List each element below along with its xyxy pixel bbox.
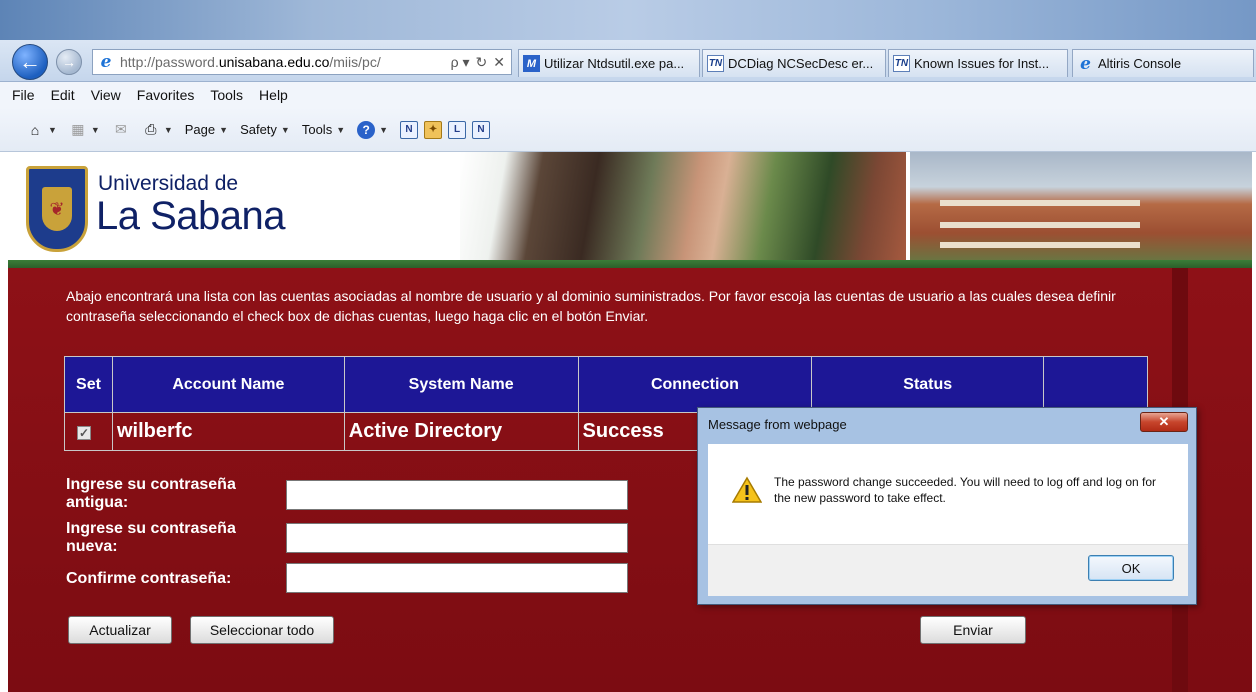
col-extra xyxy=(1043,356,1148,413)
university-shield-logo: ❦ xyxy=(26,166,88,252)
dialog-footer: OK xyxy=(708,544,1188,596)
account-checkbox[interactable]: ✓ xyxy=(77,426,91,440)
navigation-bar: ← → e http://password.unisabana.edu.co/m… xyxy=(0,40,1256,82)
rss-icon: ▦ xyxy=(71,121,85,137)
technet-icon: TN xyxy=(893,55,910,72)
update-button[interactable]: Actualizar xyxy=(68,616,172,644)
page-menu[interactable]: Page ▼ xyxy=(185,122,228,137)
address-bar[interactable]: e http://password.unisabana.edu.co/miis/… xyxy=(92,49,512,75)
students-photo xyxy=(460,152,906,268)
window-title-strip xyxy=(0,0,1256,40)
old-password-input[interactable] xyxy=(286,480,628,510)
menu-edit[interactable]: Edit xyxy=(51,87,75,103)
logo-line-1: Universidad de xyxy=(98,172,239,195)
col-set: Set xyxy=(64,356,113,413)
dialog-close-button[interactable]: ✕ xyxy=(1140,412,1188,432)
command-bar: ⌂ ▼ ▦ ▼ ✉ ⎙ ▼ Page ▼ Safety ▼ Tools ▼ ? ▼ N ✦ L… xyxy=(0,108,1256,152)
menu-tools[interactable]: Tools xyxy=(210,87,243,103)
help-icon: ? xyxy=(357,120,376,139)
technet-icon: TN xyxy=(707,55,724,72)
feeds-button[interactable]: ▦ ▼ xyxy=(69,121,100,139)
ok-button[interactable]: OK xyxy=(1088,555,1174,581)
banner-green-stripe xyxy=(8,260,1252,268)
msdn-icon: M xyxy=(523,55,540,72)
arrow-right-icon: → xyxy=(62,54,76,70)
refresh-icon[interactable]: ↻ xyxy=(476,54,488,71)
old-password-label: Ingrese su contraseña antigua: xyxy=(66,476,236,511)
safety-menu[interactable]: Safety ▼ xyxy=(240,122,290,137)
ie-page-icon: e xyxy=(100,52,112,72)
dialog-body: The password change succeeded. You will … xyxy=(708,444,1188,544)
menu-help[interactable]: Help xyxy=(259,87,288,103)
tab-ntdsutil[interactable]: M Utilizar Ntdsutil.exe pa... xyxy=(518,49,700,77)
forward-button[interactable]: → xyxy=(56,49,82,75)
dialog-message: The password change succeeded. You will … xyxy=(774,475,1157,505)
dialog-title: Message from webpage xyxy=(708,417,847,432)
addon-icon[interactable]: ✦ xyxy=(424,120,443,139)
mail-button[interactable]: ✉ xyxy=(112,121,130,139)
confirm-password-label: Confirme contraseña: xyxy=(66,570,232,587)
printer-icon: ⎙ xyxy=(145,121,157,137)
onenote-icon[interactable]: N xyxy=(400,120,419,139)
onenote-send-icon[interactable]: N xyxy=(472,120,491,139)
confirm-password-input[interactable] xyxy=(286,563,628,593)
col-account-name: Account Name xyxy=(111,356,345,413)
help-button[interactable]: ? ▼ xyxy=(357,120,388,139)
close-icon: ✕ xyxy=(1158,414,1170,429)
home-icon: ⌂ xyxy=(30,121,40,138)
home-button[interactable]: ⌂ ▼ xyxy=(26,121,57,139)
send-button[interactable]: Enviar xyxy=(920,616,1026,644)
set-cell: ✓ xyxy=(64,412,113,451)
system-cell: Active Directory xyxy=(343,412,579,451)
shield-emblem-icon: ❦ xyxy=(42,187,72,231)
intro-text: Abajo encontrará una lista con las cuent… xyxy=(66,288,1116,324)
stop-icon[interactable]: ✕ xyxy=(493,54,505,71)
back-button[interactable]: ← xyxy=(12,44,48,80)
mail-icon: ✉ xyxy=(114,121,127,137)
campus-building-photo xyxy=(910,152,1252,268)
col-system-name: System Name xyxy=(343,356,579,413)
tab-altiris-console[interactable]: e Altiris Console xyxy=(1072,49,1254,77)
tools-menu[interactable]: Tools ▼ xyxy=(302,122,345,137)
warning-icon xyxy=(732,476,762,503)
menu-view[interactable]: View xyxy=(91,87,121,103)
print-button[interactable]: ⎙ ▼ xyxy=(142,121,173,139)
table-header-row: Set Account Name System Name Connection … xyxy=(64,356,1148,413)
url-text[interactable]: http://password.unisabana.edu.co/miis/pc… xyxy=(120,54,451,70)
tab-dcdiag[interactable]: TN DCDiag NCSecDesc er... xyxy=(702,49,886,77)
ie-tab-icon: e xyxy=(1080,53,1091,74)
tab-known-issues[interactable]: TN Known Issues for Inst... xyxy=(888,49,1068,77)
menu-favorites[interactable]: Favorites xyxy=(137,87,195,103)
arrow-left-icon: ← xyxy=(19,49,41,74)
select-all-button[interactable]: Seleccionar todo xyxy=(190,616,334,644)
university-banner: ❦ Universidad de La Sabana xyxy=(8,152,1252,268)
menu-file[interactable]: File xyxy=(12,87,35,103)
new-password-label: Ingrese su contraseña nueva: xyxy=(66,520,236,555)
account-cell: wilberfc xyxy=(111,412,345,451)
logo-line-2: La Sabana xyxy=(96,194,286,238)
search-icon[interactable]: ρ ▾ xyxy=(451,54,470,71)
col-status: Status xyxy=(811,356,1045,413)
col-connection: Connection xyxy=(577,356,813,413)
menu-bar: File Edit View Favorites Tools Help xyxy=(0,82,1256,108)
lync-icon[interactable]: L xyxy=(448,120,467,139)
message-dialog: Message from webpage ✕ The password chan… xyxy=(697,407,1197,605)
new-password-input[interactable] xyxy=(286,523,628,553)
